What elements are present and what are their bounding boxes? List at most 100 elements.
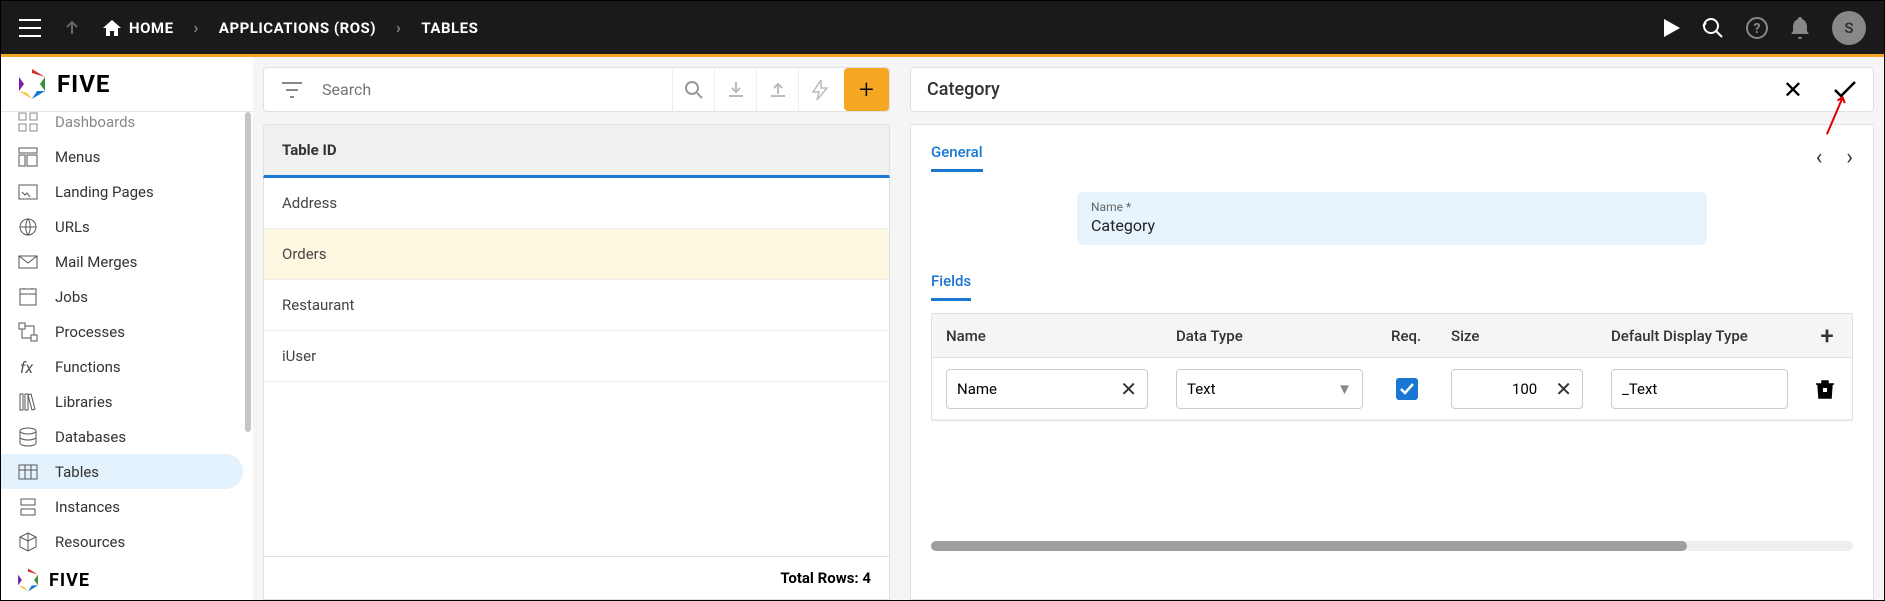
svg-text:fx: fx [20, 358, 33, 377]
name-value: Category [1091, 216, 1693, 235]
filter-icon[interactable] [274, 81, 310, 99]
field-display-input[interactable]: _Text [1611, 369, 1788, 409]
database-icon [17, 426, 39, 448]
name-label: Name * [1091, 200, 1693, 214]
breadcrumb: HOME › APPLICATIONS (ROS) › TABLES [103, 18, 478, 37]
bell-icon[interactable] [1790, 17, 1810, 39]
list-header: Table ID [263, 124, 890, 178]
lightning-icon[interactable] [798, 67, 840, 112]
play-icon[interactable] [1664, 19, 1680, 37]
field-type-value: Text [1187, 380, 1216, 398]
mail-icon [17, 251, 39, 273]
table-row[interactable]: Restaurant [264, 280, 889, 331]
save-check-icon[interactable] [1833, 80, 1857, 100]
avatar[interactable]: S [1832, 11, 1866, 45]
page-title: Category [927, 79, 1000, 100]
horizontal-scrollbar[interactable] [931, 541, 1853, 551]
help-icon[interactable]: ? [1746, 17, 1768, 39]
col-size: Size [1437, 327, 1597, 345]
sidebar-item-label: Databases [55, 428, 126, 446]
clear-icon[interactable]: ✕ [1555, 377, 1572, 401]
clear-icon[interactable]: ✕ [1120, 377, 1137, 401]
five-logo-icon [15, 67, 49, 101]
sidebar-item-databases[interactable]: Databases [1, 419, 253, 454]
breadcrumb-home-label: HOME [129, 19, 174, 37]
sidebar-item-label: Tables [55, 463, 99, 481]
sidebar-item-libraries[interactable]: Libraries [1, 384, 253, 419]
sidebar-item-menus[interactable]: Menus [1, 139, 253, 174]
chevron-down-icon: ▼ [1337, 380, 1352, 398]
field-name-input[interactable]: Name ✕ [946, 369, 1148, 409]
sidebar-item-label: Libraries [55, 393, 113, 411]
sidebar-item-functions[interactable]: fxFunctions [1, 349, 253, 384]
sidebar-item-dashboards[interactable]: Dashboards [1, 112, 253, 139]
scrollbar-thumb[interactable] [931, 541, 1687, 551]
table-row[interactable]: Address [264, 178, 889, 229]
download-icon[interactable] [714, 67, 756, 112]
sidebar-item-label: URLs [55, 218, 90, 236]
add-button[interactable]: + [844, 68, 889, 111]
breadcrumb-tables[interactable]: TABLES [421, 19, 478, 37]
col-req: Req. [1377, 327, 1437, 345]
sidebar-item-label: Landing Pages [55, 183, 154, 201]
tab-general[interactable]: General [931, 143, 983, 172]
up-arrow-icon[interactable] [63, 19, 81, 37]
prev-icon[interactable]: ‹ [1816, 145, 1823, 170]
close-icon[interactable]: ✕ [1783, 76, 1803, 104]
field-size-value: 100 [1462, 380, 1545, 398]
detail-panel: Category ✕ General ‹ › Name * Category [900, 57, 1884, 600]
next-icon[interactable]: › [1846, 145, 1853, 170]
col-name: Name [932, 327, 1162, 345]
library-icon [17, 391, 39, 413]
logo-text: FIVE [57, 70, 110, 98]
menus-icon [17, 146, 39, 168]
field-req-checkbox[interactable] [1396, 378, 1418, 400]
delete-row-button[interactable] [1802, 379, 1852, 399]
sidebar-item-urls[interactable]: URLs [1, 209, 253, 244]
search-lens-icon[interactable] [1702, 17, 1724, 39]
name-field[interactable]: Name * Category [1077, 192, 1707, 245]
upload-icon[interactable] [756, 67, 798, 112]
instance-icon [17, 496, 39, 518]
jobs-icon [17, 286, 39, 308]
logo: FIVE [1, 57, 253, 112]
url-icon [17, 216, 39, 238]
table-row[interactable]: iUser [264, 331, 889, 382]
chevron-right-icon: › [396, 18, 401, 37]
sidebar-item-resources[interactable]: Resources [1, 524, 253, 559]
sidebar-scrollbar[interactable] [245, 112, 251, 432]
field-size-input[interactable]: 100 ✕ [1451, 369, 1583, 409]
sidebar-item-landing-pages[interactable]: Landing Pages [1, 174, 253, 209]
svg-text:?: ? [1754, 21, 1761, 37]
tab-fields[interactable]: Fields [931, 272, 971, 301]
col-disp: Default Display Type [1597, 327, 1802, 345]
table-row[interactable]: Orders [264, 229, 889, 280]
field-name-value: Name [957, 380, 997, 398]
field-display-value: _Text [1622, 380, 1657, 398]
function-icon: fx [17, 356, 39, 378]
sidebar-item-label: Resources [55, 533, 125, 551]
dashboard-icon [17, 112, 39, 133]
footer-count: 4 [862, 569, 871, 587]
footer-label: Total Rows: [780, 569, 858, 587]
table-icon [17, 461, 39, 483]
sidebar-item-jobs[interactable]: Jobs [1, 279, 253, 314]
search-input[interactable] [310, 80, 672, 99]
sidebar-item-processes[interactable]: Processes [1, 314, 253, 349]
breadcrumb-applications[interactable]: APPLICATIONS (ROS) [219, 19, 376, 37]
resource-icon [17, 531, 39, 553]
search-icon[interactable] [672, 67, 714, 112]
landing-icon [17, 181, 39, 203]
hamburger-menu-icon[interactable] [19, 19, 41, 37]
add-field-button[interactable]: + [1802, 322, 1852, 350]
sidebar-item-instances[interactable]: Instances [1, 489, 253, 524]
sidebar-item-label: Mail Merges [55, 253, 137, 271]
sidebar-item-label: Menus [55, 148, 100, 166]
sidebar-item-tables[interactable]: Tables [1, 454, 243, 489]
field-type-select[interactable]: Text ▼ [1176, 369, 1363, 409]
breadcrumb-home[interactable]: HOME [103, 19, 174, 37]
sidebar-item-mail-merges[interactable]: Mail Merges [1, 244, 253, 279]
col-type: Data Type [1162, 327, 1377, 345]
process-icon [17, 321, 39, 343]
sidebar-item-label: Dashboards [55, 113, 135, 131]
